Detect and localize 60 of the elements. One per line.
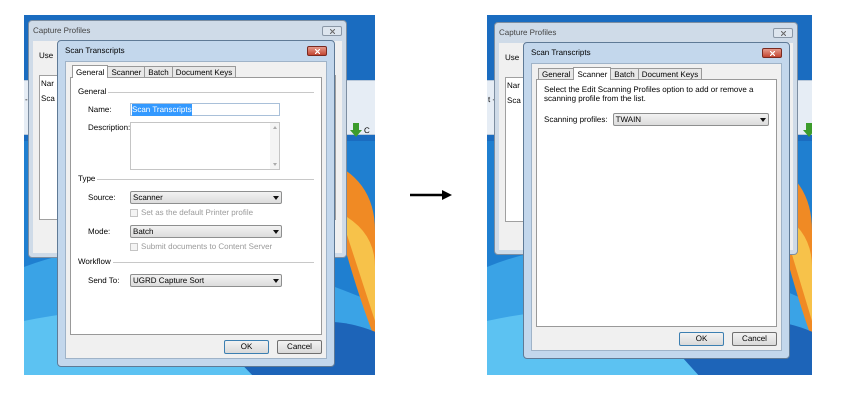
scrollbar[interactable] — [270, 123, 279, 169]
tab[interactable]: Scanner — [573, 67, 612, 80]
dropdown-arrow-icon — [273, 278, 279, 282]
instruction-text: Select the Edit Scanning Profiles option to add or remove a scanning profile from the list. — [544, 85, 754, 103]
window-title: Capture Profiles — [499, 27, 556, 39]
field-label: Name: — [88, 104, 113, 116]
dropdown-arrow-icon — [760, 118, 766, 122]
tab[interactable]: Document Keys — [638, 68, 702, 79]
close-icon — [330, 28, 334, 34]
tab[interactable]: Document Keys — [172, 66, 236, 77]
tab[interactable]: General — [538, 68, 574, 79]
close-button[interactable] — [773, 28, 793, 38]
close-icon — [314, 48, 320, 54]
dialog-button[interactable]: OK — [224, 340, 269, 354]
field-label: Scanning profiles: — [544, 114, 608, 126]
column-header: Nar — [41, 78, 54, 90]
column-header: Nar — [507, 80, 520, 92]
section-heading: General — [78, 86, 106, 98]
download-arrow-icon — [803, 123, 812, 139]
dialog-button[interactable]: OK — [679, 332, 724, 346]
close-button[interactable] — [762, 48, 782, 58]
tab[interactable]: Batch — [610, 68, 639, 79]
checkbox-label: Set as the default Printer profile — [141, 207, 254, 219]
right-arrow-icon — [410, 190, 452, 200]
dropdown[interactable]: TWAIN — [612, 113, 769, 126]
close-button[interactable] — [307, 46, 327, 56]
section-heading: Workflow — [78, 256, 111, 268]
list-row[interactable]: Sca — [507, 95, 521, 107]
app-text: - — [25, 94, 28, 106]
dropdown[interactable]: Scanner — [130, 191, 282, 204]
window-title: Capture Profiles — [33, 25, 90, 37]
dialog-button[interactable]: Cancel — [732, 332, 777, 346]
scroll-down-icon — [272, 163, 276, 166]
field-label: Source: — [88, 192, 117, 204]
section-heading: Type — [78, 173, 96, 185]
dropdown-arrow-icon — [273, 230, 279, 234]
tab[interactable]: Batch — [144, 66, 173, 77]
window-title: Scan Transcripts — [531, 47, 591, 59]
dropdown-arrow-icon — [273, 196, 279, 200]
toolbar-label: C — [364, 125, 370, 137]
window-title: Scan Transcripts — [65, 45, 125, 57]
list-row[interactable]: Sca — [41, 93, 55, 105]
tab[interactable]: Scanner — [107, 66, 146, 77]
field-label: Send To: — [88, 274, 120, 286]
checkbox-label: Submit documents to Content Server — [141, 241, 272, 253]
dialog-button[interactable]: Cancel — [277, 340, 322, 354]
dropdown[interactable]: Batch — [130, 225, 282, 238]
dropdown[interactable]: UGRD Capture Sort — [130, 274, 282, 287]
app-text: t - — [488, 94, 496, 106]
tab[interactable]: General — [72, 65, 108, 78]
field-label: Use — [39, 50, 54, 62]
close-icon — [780, 30, 786, 36]
field-label: Description: — [88, 122, 130, 134]
download-arrow-icon — [350, 123, 362, 139]
scroll-up-icon — [272, 126, 276, 129]
close-button[interactable] — [322, 26, 342, 36]
field-label: Use — [505, 52, 520, 64]
field-label: Mode: — [88, 226, 112, 238]
description-field[interactable] — [130, 122, 280, 170]
close-icon — [770, 50, 774, 56]
